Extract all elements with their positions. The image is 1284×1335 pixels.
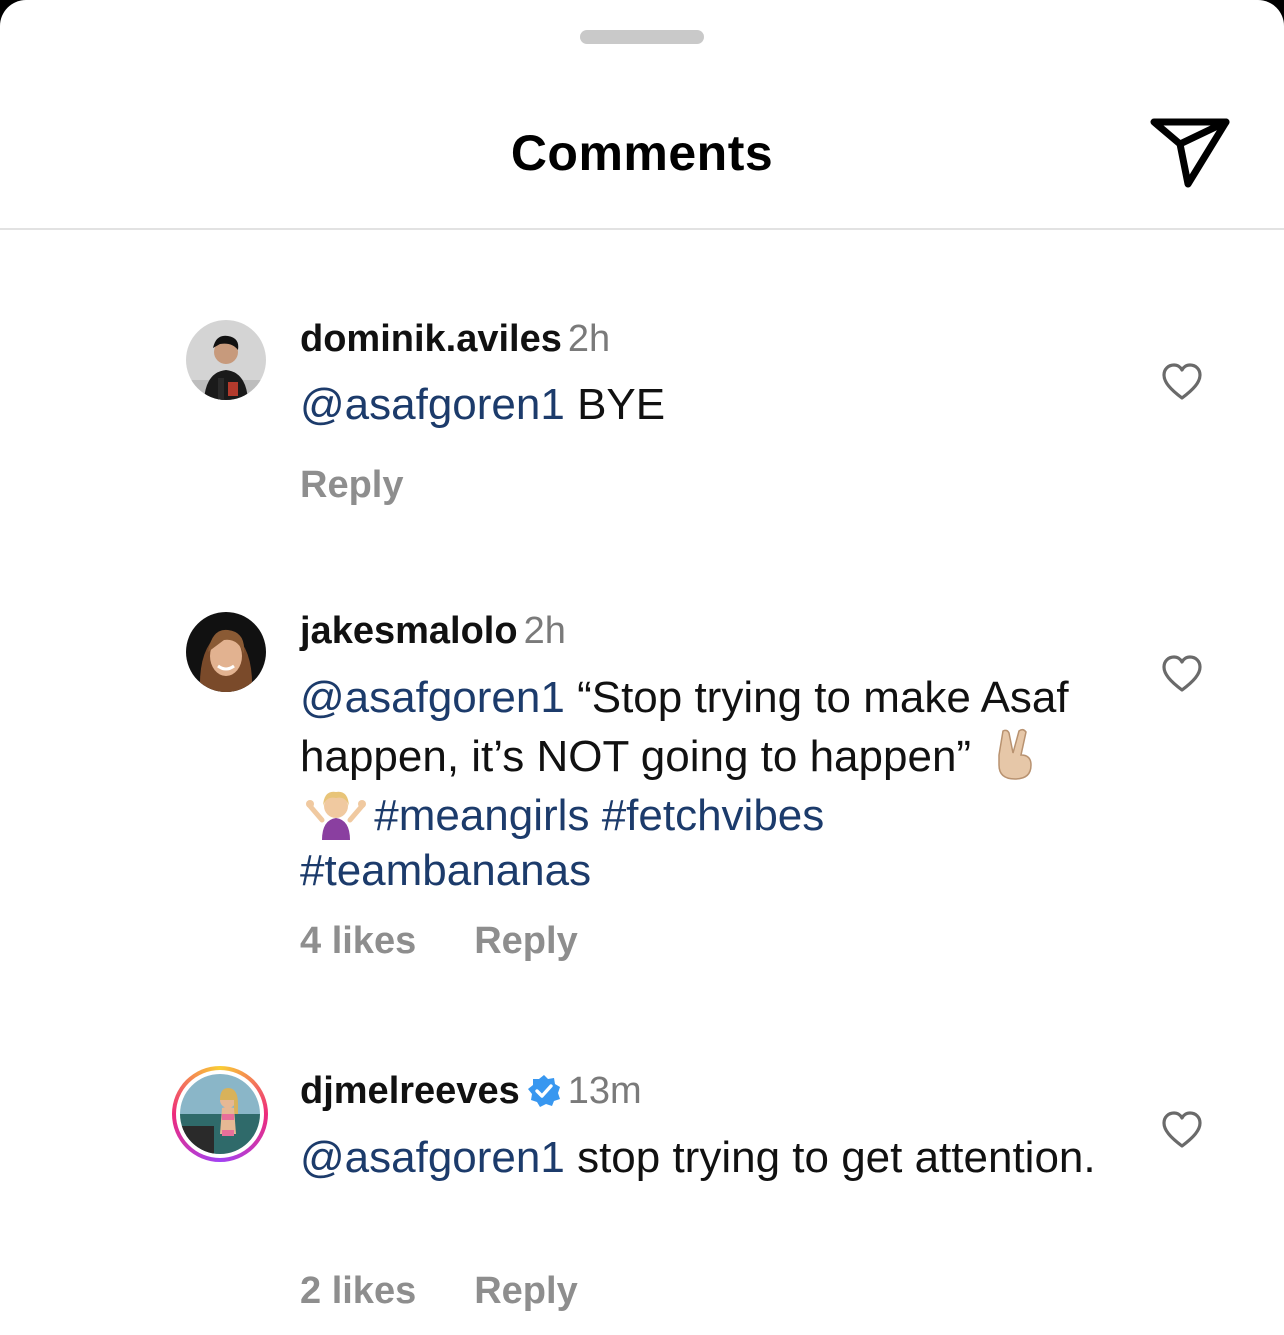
verified-badge-icon <box>526 1073 562 1109</box>
hashtag-link[interactable]: #meangirls <box>374 791 589 840</box>
avatar-photo <box>180 1074 260 1154</box>
comment-body: stop trying to get attention. <box>564 1133 1096 1182</box>
comment-text: @asafgoren1 “Stop trying to make Asaf ha… <box>300 670 1100 898</box>
page-title: Comments <box>510 125 774 181</box>
comment-header: dominik.aviles 2h <box>300 318 610 361</box>
username[interactable]: dominik.aviles <box>300 318 562 360</box>
hashtag-link[interactable]: #fetchvibes <box>602 791 825 840</box>
timestamp: 2h <box>567 318 611 360</box>
like-heart-icon[interactable] <box>1160 362 1204 402</box>
avatar[interactable] <box>186 320 266 400</box>
hashtag-link[interactable]: #teambananas <box>300 846 591 895</box>
comment-header: djmelreeves 13m <box>300 1070 642 1113</box>
comment-actions: 4 likes Reply <box>300 920 636 963</box>
reply-button[interactable]: Reply <box>474 1270 577 1312</box>
comment-actions: Reply <box>300 464 461 507</box>
likes-count[interactable]: 4 likes <box>300 920 416 962</box>
comment-actions: 2 likes Reply <box>300 1270 636 1313</box>
like-heart-icon[interactable] <box>1160 654 1204 694</box>
share-icon[interactable] <box>1148 114 1232 190</box>
username[interactable]: jakesmalolo <box>300 610 518 652</box>
comments-sheet: Comments dominik.aviles 2h @asafgoren1 BY… <box>0 0 1284 1335</box>
comment-body: BYE <box>564 380 666 429</box>
mention-link[interactable]: @asafgoren1 <box>300 673 565 722</box>
like-heart-icon[interactable] <box>1160 1110 1204 1150</box>
timestamp: 13m <box>567 1070 642 1112</box>
reply-button[interactable]: Reply <box>300 464 403 506</box>
mention-link[interactable]: @asafgoren1 <box>300 1133 565 1182</box>
avatar[interactable] <box>186 612 266 692</box>
likes-count[interactable]: 2 likes <box>300 1270 416 1312</box>
comment-text: @asafgoren1 BYE <box>300 377 1100 432</box>
mention-link[interactable]: @asafgoren1 <box>300 380 565 429</box>
shrugging-woman-emoji <box>306 784 366 840</box>
comment-header: jakesmalolo 2h <box>300 610 566 653</box>
drag-handle[interactable] <box>580 30 704 44</box>
victory-hand-emoji <box>989 725 1039 781</box>
reply-button[interactable]: Reply <box>474 920 577 962</box>
timestamp: 2h <box>523 610 566 652</box>
username[interactable]: djmelreeves <box>300 1070 520 1112</box>
comment-text: @asafgoren1 stop trying to get attention… <box>300 1130 1100 1185</box>
header-divider <box>0 228 1284 230</box>
avatar[interactable] <box>172 1066 268 1162</box>
